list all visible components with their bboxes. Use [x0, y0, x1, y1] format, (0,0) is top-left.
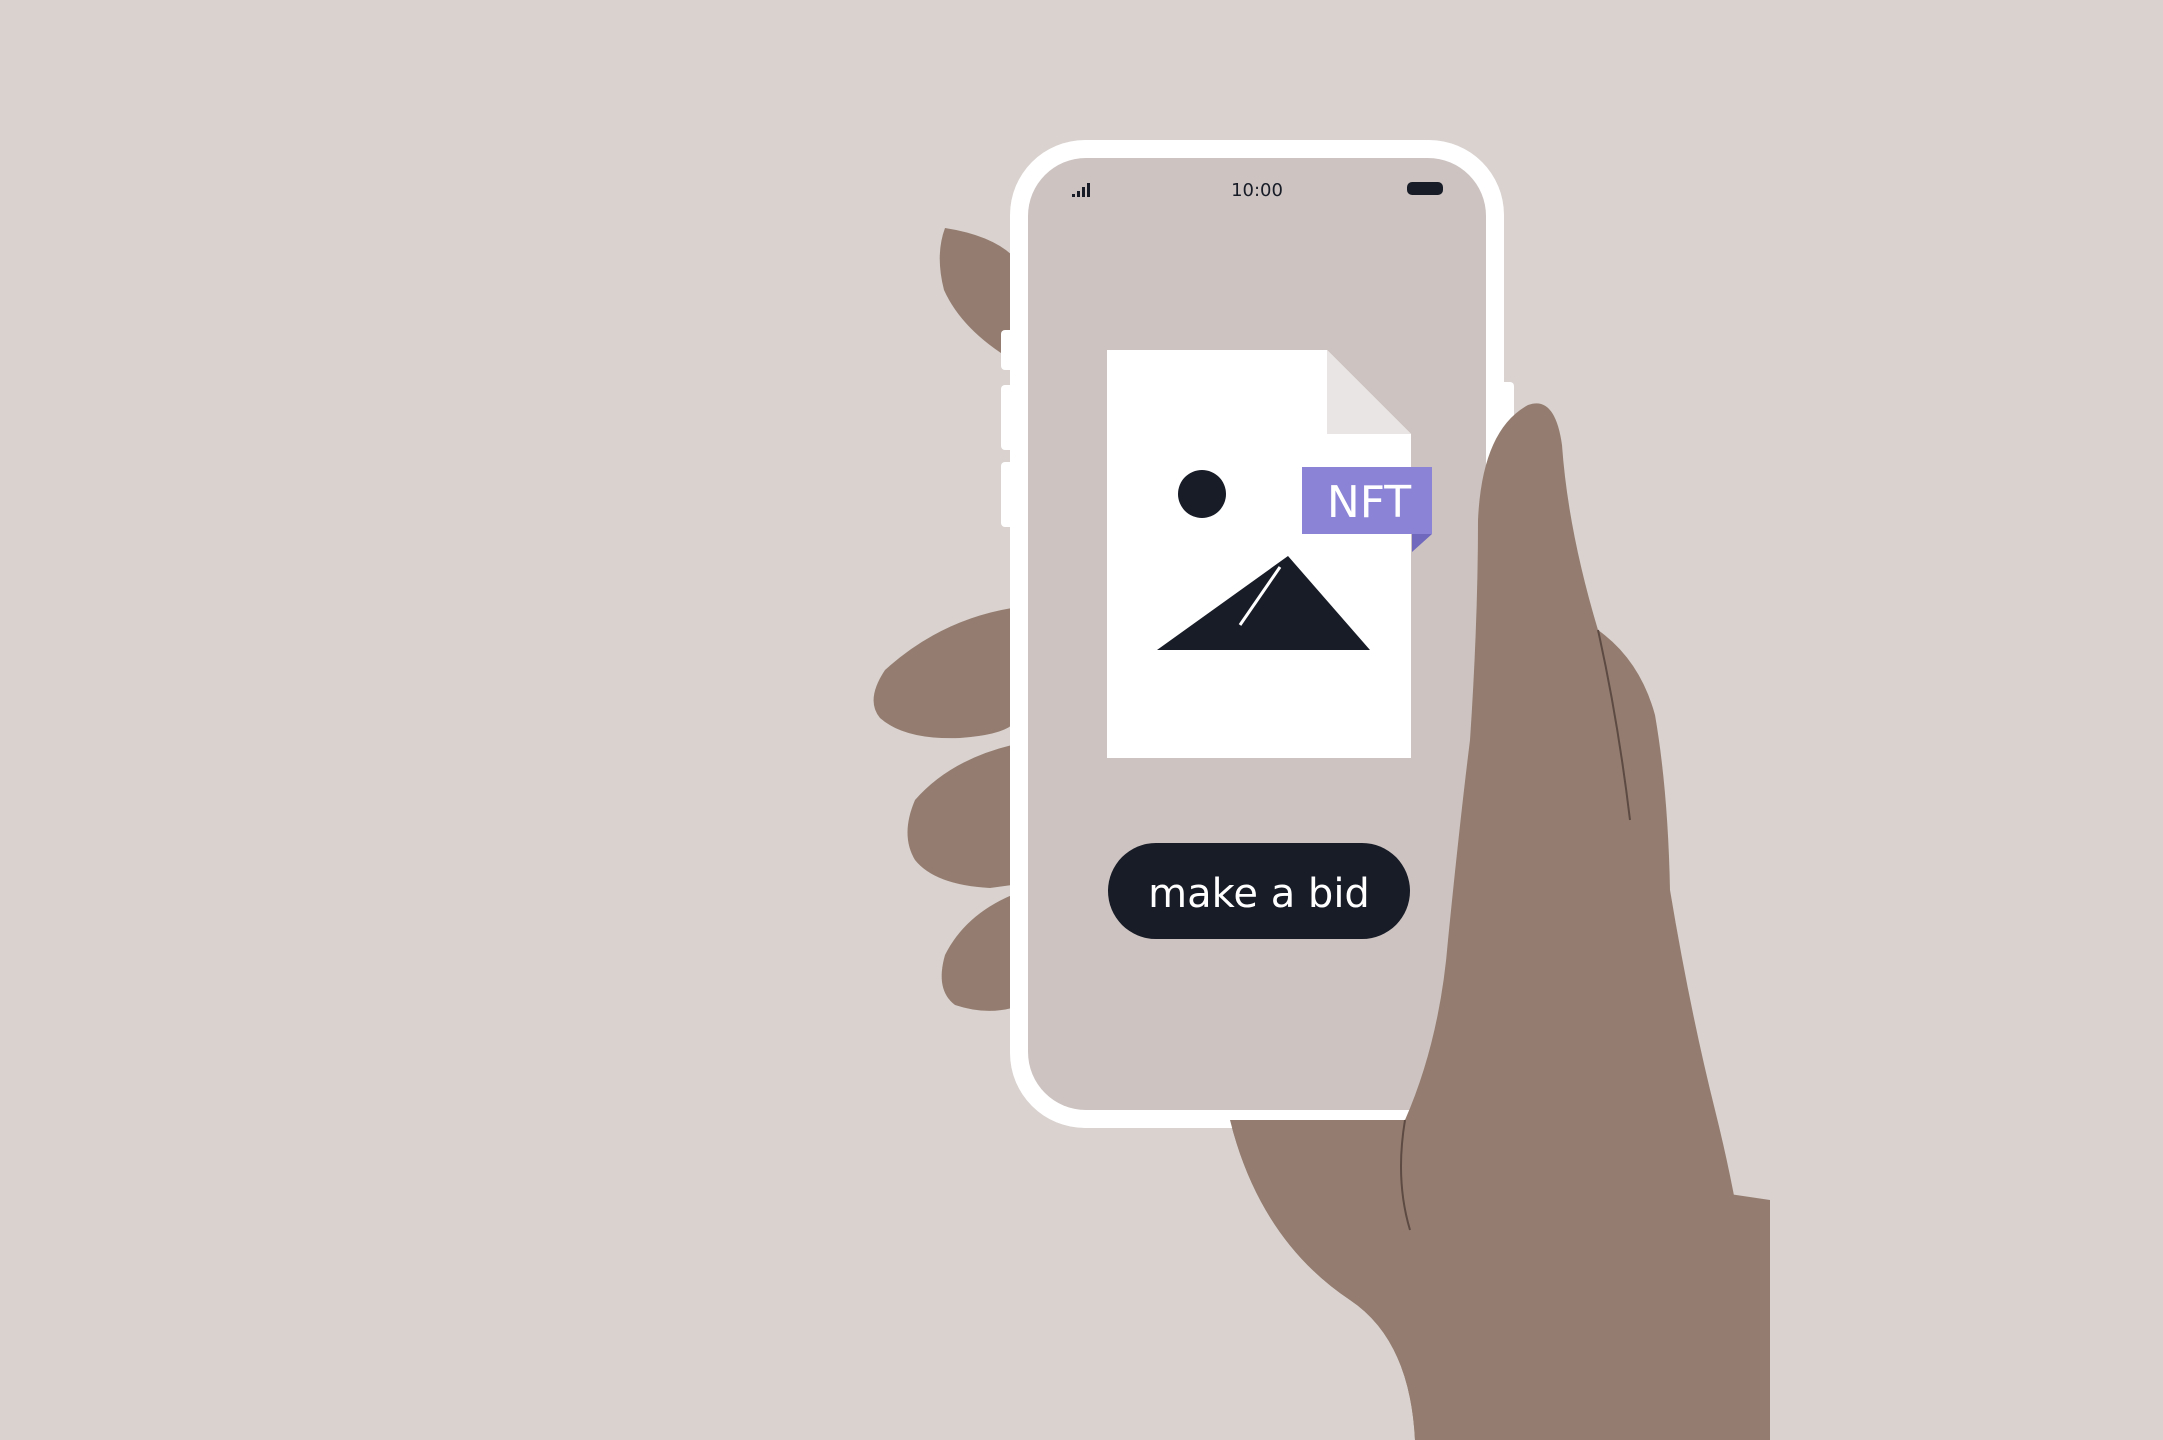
make-a-bid-button[interactable]: make a bid: [1108, 843, 1410, 939]
phone: 10:00 NFT make a bid: [1001, 140, 1514, 1128]
nft-badge-label: NFT: [1327, 477, 1411, 528]
nft-card: NFT: [1107, 350, 1432, 758]
status-time: 10:00: [1231, 180, 1283, 201]
battery-icon: [1407, 182, 1443, 195]
make-a-bid-label: make a bid: [1148, 871, 1370, 917]
illustration: 10:00 NFT make a bid: [0, 0, 2163, 1440]
